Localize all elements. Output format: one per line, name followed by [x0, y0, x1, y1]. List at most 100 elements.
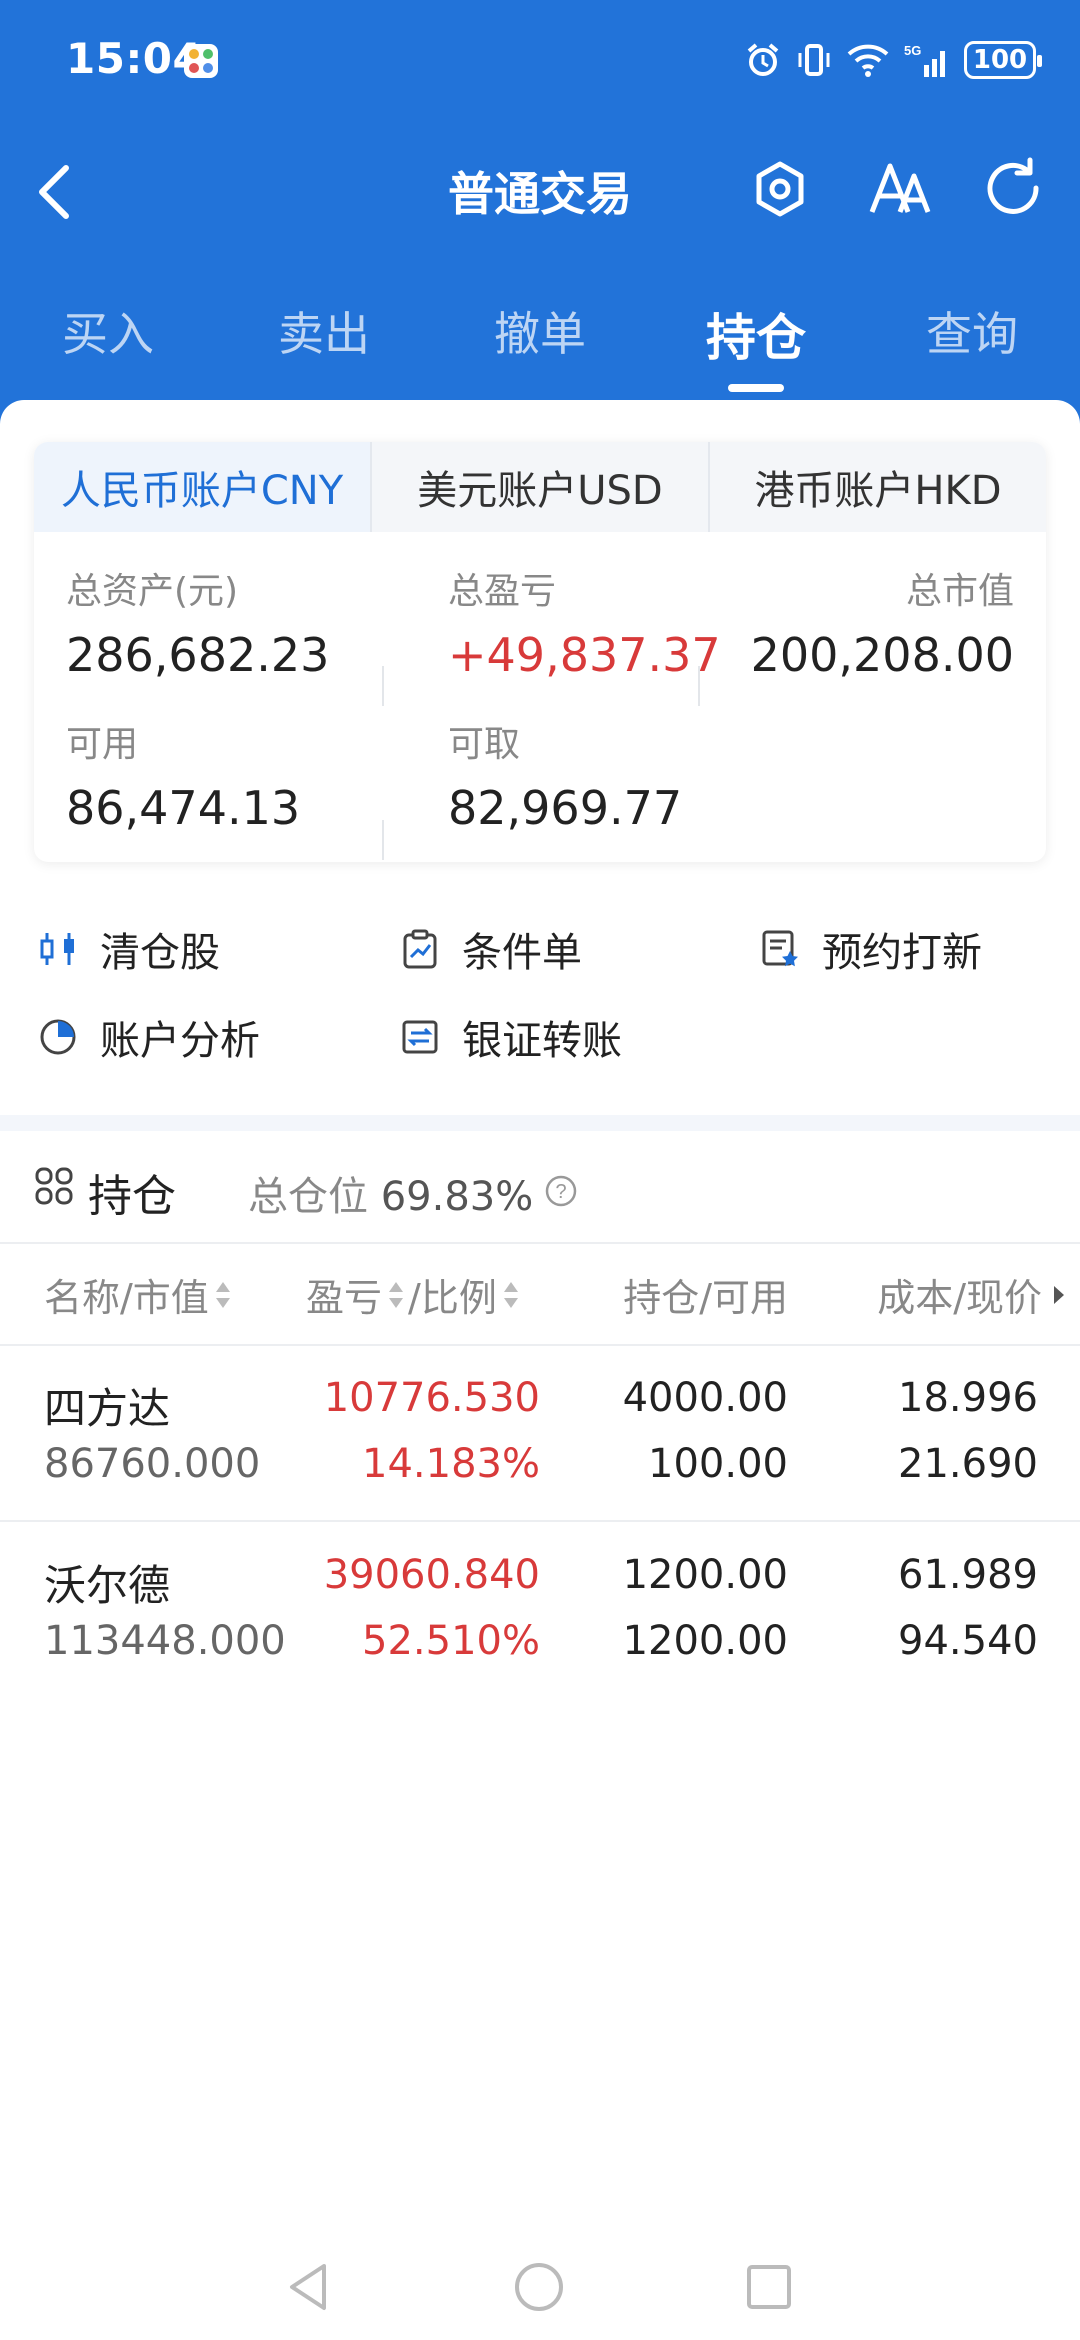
tab-holdings[interactable]: 持仓 [648, 290, 864, 400]
separator [382, 666, 384, 706]
shortcut-label: 账户分析 [100, 1018, 260, 1064]
stock-pl: 10776.530 [323, 1375, 540, 1421]
svg-text:5G: 5G [904, 43, 921, 58]
total-assets-label: 总资产(元) [66, 571, 239, 612]
section-divider [0, 1115, 1080, 1131]
nav-recents-icon[interactable] [744, 2260, 794, 2314]
nav-home-icon[interactable] [512, 2260, 566, 2314]
shortcut-bank-transfer[interactable]: 银证转账 [400, 1008, 622, 1066]
col-cost-price[interactable]: 成本/现价 [877, 1267, 1066, 1322]
account-tab-hkd[interactable]: 港币账户HKD [708, 442, 1046, 532]
col-label: 持仓/可用 [623, 1276, 788, 1320]
metric-withdrawable: 可取 82,969.77 [448, 715, 682, 835]
divider [0, 1520, 1080, 1522]
settings-hexagon-icon[interactable] [745, 154, 815, 224]
col-position-available: 持仓/可用 [623, 1267, 788, 1322]
stock-price: 21.690 [898, 1441, 1038, 1487]
battery-level: 100 [972, 45, 1028, 75]
shortcut-label: 预约打新 [822, 930, 982, 976]
shortcut-account-analysis[interactable]: 账户分析 [38, 1008, 260, 1066]
total-position-ratio: 总仓位 69.83% [248, 1164, 533, 1222]
alarm-icon [747, 43, 779, 76]
stock-cost: 61.989 [898, 1552, 1038, 1598]
table-row[interactable]: 沃尔德 113448.000 39060.840 52.510% 1200.00… [0, 1552, 1080, 1702]
tab-sell[interactable]: 卖出 [216, 290, 432, 400]
help-icon[interactable]: ? [544, 1174, 578, 1208]
holdings-header: 持仓 总仓位 69.83% ? [0, 1160, 1080, 1230]
divider [0, 1242, 1080, 1244]
col-label: 盈亏 [306, 1276, 383, 1320]
refresh-icon[interactable] [978, 154, 1048, 224]
stock-name: 四方达 [44, 1384, 171, 1433]
shortcut-conditional-order[interactable]: 条件单 [400, 920, 582, 978]
account-tab-usd[interactable]: 美元账户USD [370, 442, 708, 532]
grid-icon [35, 1167, 73, 1205]
market-value-label: 总市值 [905, 571, 1014, 612]
position-ratio-label: 总仓位 [248, 1174, 368, 1220]
col-label: /比例 [408, 1276, 497, 1320]
sort-icon [388, 1280, 404, 1310]
trade-tabs: 买入 卖出 撤单 持仓 查询 [0, 290, 1080, 400]
status-bar: 15:04 5G 100 [0, 30, 1080, 90]
col-profit-loss-ratio[interactable]: 盈亏/比例 [306, 1267, 523, 1322]
status-time: 15:04 [66, 34, 203, 83]
stock-market-value: 113448.000 [44, 1618, 286, 1664]
main-content: 人民币账户CNY 美元账户USD 港币账户HKD 总资产(元) 286,682.… [0, 400, 1080, 2280]
shortcut-label: 条件单 [462, 930, 582, 976]
account-tabs: 人民币账户CNY 美元账户USD 港币账户HKD [34, 442, 1046, 532]
metric-available: 可用 86,474.13 [66, 715, 300, 835]
signal-5g-icon: 5G [904, 43, 945, 77]
sort-icon [215, 1280, 231, 1310]
col-name-market-value[interactable]: 名称/市值 [44, 1267, 235, 1322]
metric-total-pl: 总盈亏 +49,837.37 [448, 562, 721, 682]
shortcut-label: 清仓股 [100, 930, 220, 976]
stock-pl: 39060.840 [323, 1552, 540, 1598]
pie-chart-icon [40, 1019, 76, 1055]
svg-text:?: ? [555, 1181, 566, 1203]
account-summary-card: 人民币账户CNY 美元账户USD 港币账户HKD 总资产(元) 286,682.… [34, 442, 1046, 862]
col-label: 成本/现价 [877, 1276, 1042, 1320]
app-notification-icon [184, 44, 218, 78]
table-row[interactable]: 四方达 86760.000 10776.530 14.183% 4000.00 … [0, 1375, 1080, 1525]
account-metrics: 总资产(元) 286,682.23 总盈亏 +49,837.37 总市值 200… [34, 532, 1046, 862]
position-ratio-value: 69.83% [380, 1174, 534, 1220]
total-assets-value: 286,682.23 [66, 628, 330, 682]
scroll-right-icon [1054, 1285, 1064, 1304]
total-pl-value: +49,837.37 [448, 628, 721, 682]
account-tab-cny[interactable]: 人民币账户CNY [34, 442, 370, 532]
separator [698, 666, 700, 706]
metric-total-assets: 总资产(元) 286,682.23 [66, 562, 329, 682]
sort-icon [503, 1280, 519, 1310]
shortcut-clear-stock[interactable]: 清仓股 [38, 920, 220, 978]
market-value-value: 200,208.00 [750, 628, 1014, 682]
nav-back-icon[interactable] [284, 2260, 334, 2314]
stock-available: 1200.00 [622, 1618, 788, 1664]
stock-pl-ratio: 14.183% [362, 1441, 540, 1487]
document-star-icon [762, 930, 798, 967]
col-label: 名称/市值 [44, 1276, 209, 1320]
header-background: 15:04 5G 100 普通交易 买入 卖出 撤单 持仓 查询 [0, 0, 1080, 440]
tab-query[interactable]: 查询 [864, 290, 1080, 400]
metric-market-value: 总市值 200,208.00 [751, 562, 1014, 682]
withdrawable-label: 可取 [448, 724, 521, 765]
battery-icon: 100 [964, 41, 1042, 79]
system-nav-bar [0, 2240, 1080, 2340]
available-value: 86,474.13 [66, 781, 301, 835]
stock-position: 4000.00 [622, 1375, 788, 1421]
stock-market-value: 86760.000 [44, 1441, 261, 1487]
shortcut-label: 银证转账 [462, 1018, 622, 1064]
candlestick-icon [40, 933, 74, 965]
holdings-title: 持仓 [88, 1171, 176, 1222]
nav-bar: 普通交易 [0, 140, 1080, 240]
total-pl-label: 总盈亏 [448, 571, 557, 612]
status-icons: 5G 100 [744, 38, 1042, 82]
stock-name: 沃尔德 [44, 1561, 171, 1610]
separator [382, 820, 384, 860]
shortcut-ipo-subscribe[interactable]: 预约打新 [760, 920, 982, 978]
font-size-icon[interactable] [864, 154, 934, 224]
wifi-icon [847, 44, 889, 77]
tab-cancel[interactable]: 撤单 [432, 290, 648, 400]
divider [0, 1344, 1080, 1346]
tab-buy[interactable]: 买入 [0, 290, 216, 400]
stock-price: 94.540 [898, 1618, 1038, 1664]
